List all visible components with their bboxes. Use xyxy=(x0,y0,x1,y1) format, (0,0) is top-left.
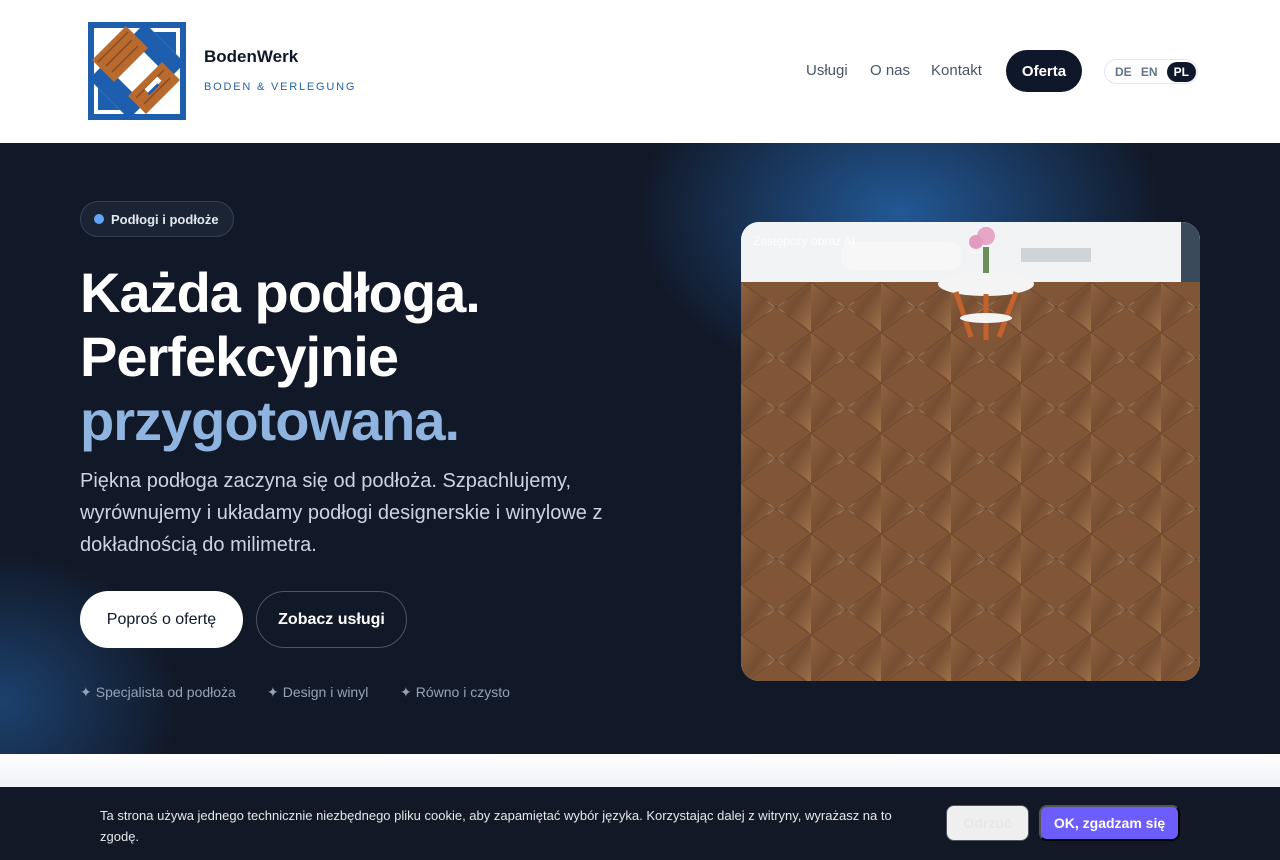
badge-dot-icon xyxy=(94,214,104,224)
lang-en[interactable]: EN xyxy=(1141,65,1158,79)
see-services-button[interactable]: Zobacz usługi xyxy=(256,591,407,648)
hero-badge-label: Podłogi i podłoże xyxy=(111,211,219,227)
brand-name: BodenWerk xyxy=(204,47,299,66)
hero-badge: Podłogi i podłoże xyxy=(80,201,234,237)
cookie-banner: Ta strona używa jednego technicznie niez… xyxy=(0,787,1280,860)
image-caption: Zastępczy obraz AI xyxy=(753,234,856,248)
feature-item: ✦ Specjalista od podłoża xyxy=(80,684,236,701)
feature-label: Design i winyl xyxy=(282,684,369,700)
site-header: BodenWerk BODEN & VERLEGUNG Usługi O nas… xyxy=(0,0,1280,143)
nav-link-uslugi[interactable]: Usługi xyxy=(806,62,848,79)
feature-label: Równo i czysto xyxy=(415,684,510,700)
lang-pl[interactable]: PL xyxy=(1166,61,1196,82)
next-section-edge xyxy=(0,754,1280,788)
feature-item: ✦ Równo i czysto xyxy=(400,684,510,701)
offer-button[interactable]: Oferta xyxy=(1006,50,1082,92)
request-offer-button[interactable]: Poproś o ofertę xyxy=(80,591,243,648)
feature-item: ✦ Design i winyl xyxy=(267,684,368,701)
sparkle-icon: ✦ xyxy=(400,684,412,700)
hero-floor-image: Zastępczy obraz AI xyxy=(741,222,1200,681)
sparkle-icon: ✦ xyxy=(267,684,279,700)
lang-de[interactable]: DE xyxy=(1115,65,1132,79)
brand-logo[interactable] xyxy=(88,22,186,120)
hero-title-line3: przygotowana. xyxy=(80,389,460,452)
feature-label: Specjalista od podłoża xyxy=(95,684,236,700)
language-switcher: DE EN PL xyxy=(1104,59,1198,84)
hero-section: Podłogi i podłoże Każda podłoga. Perfekc… xyxy=(0,143,1280,754)
brand-tagline: BODEN & VERLEGUNG xyxy=(204,81,357,93)
hero-title-line1: Każda podłoga. xyxy=(80,261,481,324)
cookie-accept-button[interactable]: OK, zgadzam się xyxy=(1039,805,1180,841)
cookie-text: Ta strona używa jednego technicznie niez… xyxy=(100,808,892,844)
nav-link-kontakt[interactable]: Kontakt xyxy=(931,62,982,79)
hero-lead: Piękna podłoga zaczyna się od podłoża. S… xyxy=(80,470,603,556)
hero-title-line2: Perfekcyjnie xyxy=(80,325,399,388)
sparkle-icon: ✦ xyxy=(80,684,92,700)
cookie-reject-button[interactable]: Odrzuć xyxy=(946,805,1029,841)
nav-link-o-nas[interactable]: O nas xyxy=(870,62,910,79)
